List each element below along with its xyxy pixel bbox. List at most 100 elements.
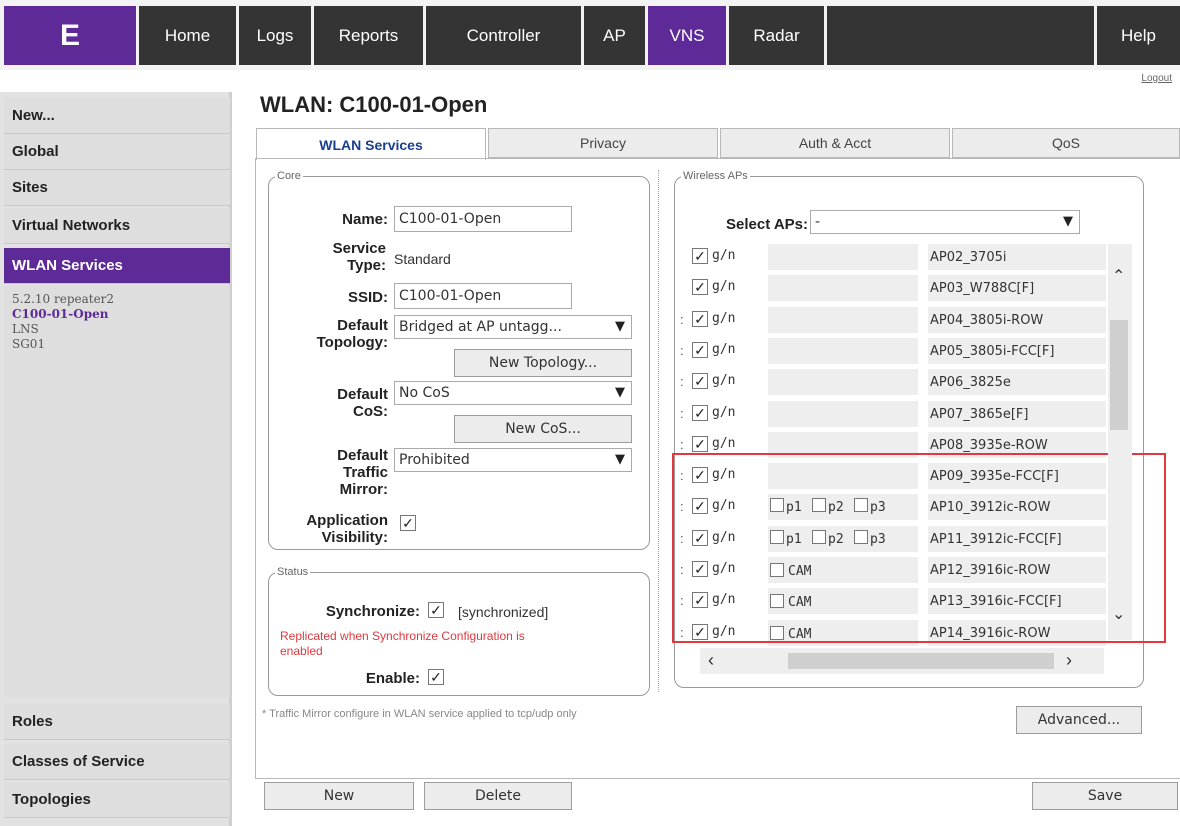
- enable-checkbox[interactable]: ✓: [428, 669, 444, 685]
- name-input[interactable]: C100-01-Open: [394, 206, 572, 232]
- sync-state-text: [synchronized]: [458, 604, 549, 620]
- sidebar-item-new[interactable]: New...: [4, 98, 230, 134]
- ap-select-checkbox[interactable]: ✓: [692, 342, 708, 358]
- ap-select-checkbox[interactable]: ✓: [692, 373, 708, 389]
- tab-qos[interactable]: QoS: [952, 128, 1180, 158]
- nav-vns[interactable]: VNS: [648, 6, 726, 65]
- drag-handle-icon[interactable]: :: [680, 312, 684, 327]
- application-visibility-checkbox[interactable]: ✓: [400, 515, 416, 531]
- ap-radio-mode: g/n: [712, 342, 736, 357]
- wlan-list-item[interactable]: 5.2.10 repeater2: [12, 292, 114, 307]
- scroll-up-icon[interactable]: ⌃: [1112, 266, 1125, 286]
- scroll-left-icon[interactable]: ‹: [708, 650, 714, 671]
- sidebar-item-classes-of-service[interactable]: Classes of Service: [4, 744, 230, 780]
- new-topology-button[interactable]: New Topology...: [454, 349, 632, 377]
- delete-button[interactable]: Delete: [424, 782, 572, 810]
- ap-name: AP07_3865e[F]: [928, 401, 1106, 427]
- ap-row: ✓ g/n AP03_W788C[F]: [680, 273, 1106, 303]
- nav-logs[interactable]: Logs: [239, 6, 311, 65]
- ap-name: AP04_3805i-ROW: [928, 307, 1106, 333]
- nav-ap[interactable]: AP: [584, 6, 645, 65]
- ap-row: : ✓ g/n AP06_3825e: [680, 367, 1106, 397]
- panel-divider: [658, 170, 659, 692]
- wlan-list-item-current[interactable]: C100-01-Open: [12, 307, 114, 322]
- logout-link[interactable]: Logout: [1141, 73, 1172, 84]
- scroll-down-icon[interactable]: ⌄: [1112, 604, 1125, 624]
- ap-options-cell: [768, 401, 918, 427]
- wlan-list-item[interactable]: LNS: [12, 322, 114, 337]
- ap-options-cell: [768, 244, 918, 270]
- core-legend: Core: [277, 170, 301, 182]
- nav-radar[interactable]: Radar: [729, 6, 824, 65]
- replicated-note: Replicated when Synchronize Configuratio…: [280, 629, 525, 658]
- default-traffic-mirror-select[interactable]: Prohibited ▼: [394, 448, 632, 472]
- drag-handle-icon[interactable]: :: [680, 343, 684, 358]
- sidebar-item-sites[interactable]: Sites: [4, 170, 230, 206]
- select-aps-dropdown[interactable]: - ▼: [810, 210, 1080, 234]
- nav-help[interactable]: Help: [1097, 6, 1180, 65]
- ap-row: : ✓ g/n AP07_3865e[F]: [680, 399, 1106, 429]
- tab-privacy[interactable]: Privacy: [488, 128, 718, 158]
- default-cos-select[interactable]: No CoS ▼: [394, 381, 632, 405]
- chevron-down-icon: ▼: [615, 319, 625, 334]
- new-button[interactable]: New: [264, 782, 414, 810]
- page-title: WLAN: C100-01-Open: [260, 92, 488, 117]
- nav-home[interactable]: Home: [139, 6, 236, 65]
- sidebar-item-wlan-services[interactable]: WLAN Services: [4, 248, 230, 284]
- service-type-value: Standard: [394, 251, 451, 267]
- sidebar-item-virtual-networks[interactable]: Virtual Networks: [4, 208, 230, 244]
- nav-empty-space: [827, 6, 1094, 65]
- default-topology-select[interactable]: Bridged at AP untagg... ▼: [394, 315, 632, 339]
- synchronize-label: Synchronize:: [325, 603, 420, 620]
- ap-options-cell: [768, 369, 918, 395]
- wireless-aps-legend: Wireless APs: [683, 170, 748, 182]
- ap-radio-mode: g/n: [712, 436, 736, 451]
- logo-icon[interactable]: E: [4, 6, 136, 65]
- ap-radio-mode: g/n: [712, 248, 736, 263]
- scroll-right-icon[interactable]: ›: [1066, 650, 1072, 671]
- default-cos-label: Default CoS:: [337, 386, 388, 420]
- advanced-button[interactable]: Advanced...: [1016, 706, 1142, 734]
- service-type-label: Service Type:: [332, 240, 386, 274]
- drag-handle-icon[interactable]: :: [680, 406, 684, 421]
- default-traffic-mirror-label: Default Traffic Mirror:: [337, 447, 388, 498]
- new-cos-button[interactable]: New CoS...: [454, 415, 632, 443]
- sidebar: New... Global Sites Virtual Networks WLA…: [0, 92, 232, 826]
- ap-select-checkbox[interactable]: ✓: [692, 279, 708, 295]
- chevron-down-icon: ▼: [615, 385, 625, 400]
- drag-handle-icon[interactable]: :: [680, 374, 684, 389]
- ssid-input[interactable]: C100-01-Open: [394, 283, 572, 309]
- ap-row: : ✓ g/n AP04_3805i-ROW: [680, 305, 1106, 335]
- highlight-box: [672, 453, 1166, 643]
- top-nav-bar: E Home Logs Reports Controller AP VNS Ra…: [0, 0, 1180, 70]
- sidebar-item-global[interactable]: Global: [4, 134, 230, 170]
- chevron-down-icon: ▼: [1063, 214, 1073, 229]
- logo-glyph: E: [59, 18, 80, 52]
- ap-select-checkbox[interactable]: ✓: [692, 248, 708, 264]
- status-legend: Status: [277, 566, 309, 578]
- cos-selected-value: No CoS: [399, 385, 450, 401]
- enable-label: Enable:: [365, 670, 420, 687]
- ap-radio-mode: g/n: [712, 405, 736, 420]
- traffic-mirror-footnote: * Traffic Mirror configure in WLAN servi…: [262, 708, 577, 720]
- horizontal-scrollbar[interactable]: ‹ ›: [700, 648, 1104, 674]
- tab-wlan-services[interactable]: WLAN Services: [256, 128, 486, 160]
- topology-selected-value: Bridged at AP untagg...: [399, 319, 562, 335]
- ap-select-checkbox[interactable]: ✓: [692, 311, 708, 327]
- nav-controller[interactable]: Controller: [426, 6, 581, 65]
- sidebar-item-roles[interactable]: Roles: [4, 704, 230, 740]
- tab-auth-acct[interactable]: Auth & Acct: [720, 128, 950, 158]
- select-aps-value: -: [815, 214, 821, 230]
- sidebar-item-topologies[interactable]: Topologies: [4, 782, 230, 818]
- vertical-scrollbar[interactable]: ⌃ ⌄: [1108, 244, 1132, 640]
- synchronize-checkbox[interactable]: ✓: [428, 602, 444, 618]
- ap-select-checkbox[interactable]: ✓: [692, 436, 708, 452]
- mirror-selected-value: Prohibited: [399, 452, 470, 468]
- wlan-list-item[interactable]: SG01: [12, 337, 114, 352]
- drag-handle-icon[interactable]: :: [680, 437, 684, 452]
- save-button[interactable]: Save: [1032, 782, 1178, 810]
- nav-reports[interactable]: Reports: [314, 6, 423, 65]
- vertical-scroll-thumb[interactable]: [1110, 320, 1128, 430]
- horizontal-scroll-thumb[interactable]: [788, 653, 1054, 669]
- ap-select-checkbox[interactable]: ✓: [692, 405, 708, 421]
